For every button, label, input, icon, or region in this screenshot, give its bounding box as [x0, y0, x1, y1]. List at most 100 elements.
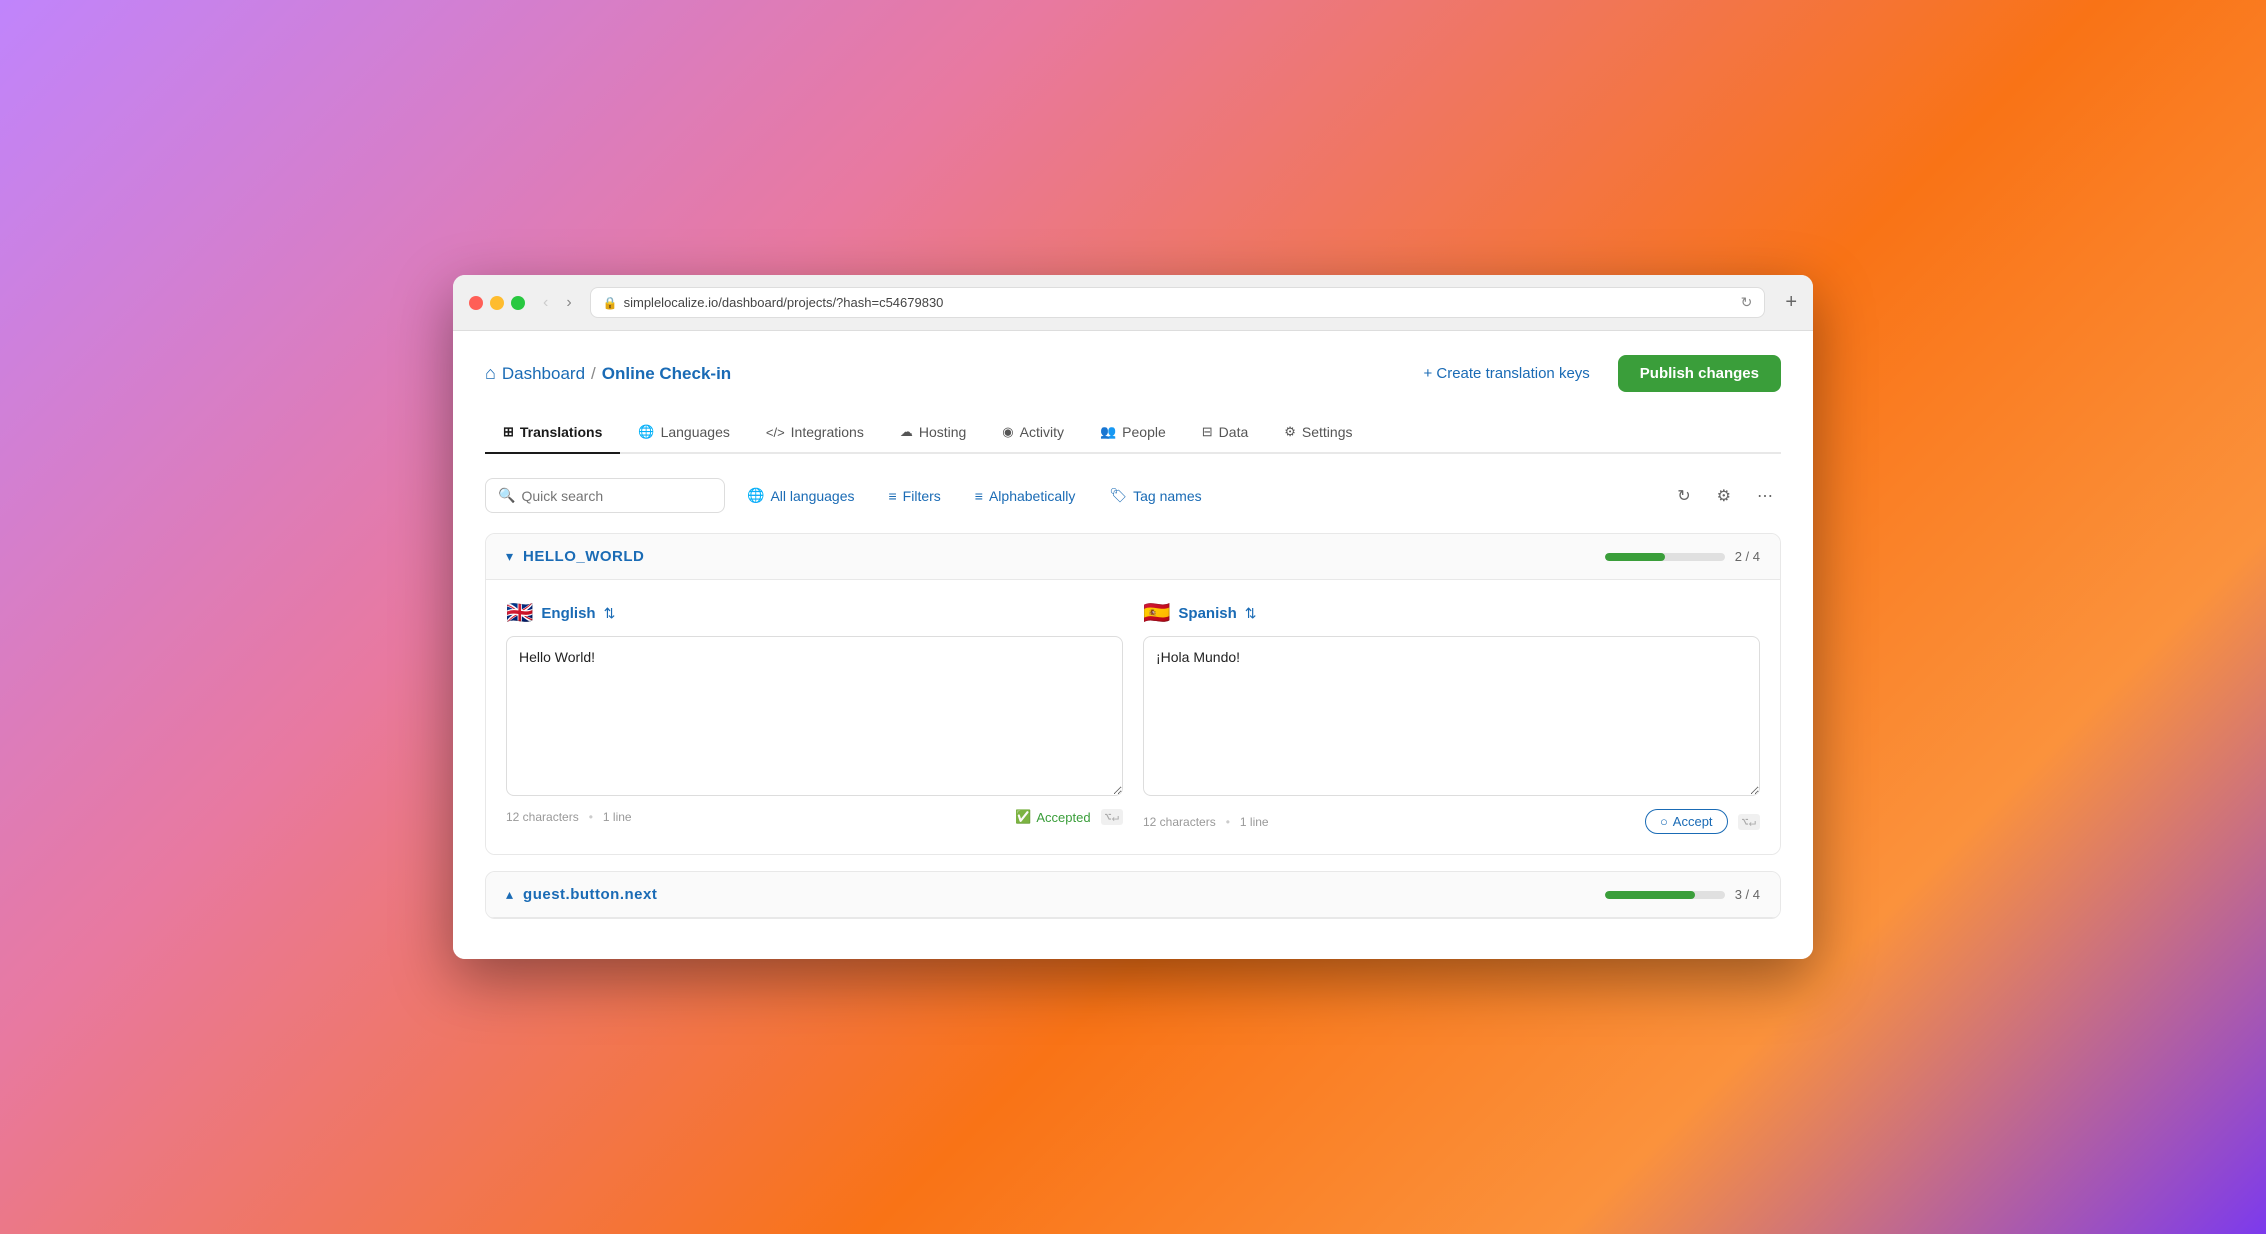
browser-nav-buttons: ‹ ›	[537, 292, 578, 314]
minimize-button[interactable]	[490, 296, 504, 310]
back-button[interactable]: ‹	[537, 292, 554, 314]
spanish-line-count: 1 line	[1240, 815, 1269, 829]
tab-languages-label: Languages	[661, 424, 730, 440]
tab-people-label: People	[1122, 424, 1166, 440]
search-icon: 🔍	[498, 487, 515, 504]
refresh-button[interactable]: ↻	[1669, 480, 1698, 512]
english-flag-icon: 🇬🇧	[506, 600, 533, 626]
tab-activity[interactable]: ◉ Activity	[984, 412, 1082, 454]
accept-label: Accept	[1673, 814, 1713, 829]
address-bar[interactable]: 🔒 simplelocalize.io/dashboard/projects/?…	[590, 287, 1766, 318]
filter-icon: ≡	[889, 488, 897, 504]
breadcrumb: ⌂ Dashboard / Online Check-in	[485, 363, 731, 384]
progress-bar	[1605, 553, 1725, 561]
column-settings-button[interactable]: ⚙	[1709, 480, 1739, 512]
url-text: simplelocalize.io/dashboard/projects/?ha…	[624, 295, 944, 310]
tab-activity-label: Activity	[1020, 424, 1064, 440]
browser-chrome: ‹ › 🔒 simplelocalize.io/dashboard/projec…	[453, 275, 1813, 331]
spanish-shortcut: ⌥↵	[1738, 814, 1760, 830]
settings-icon: ⚙	[1284, 424, 1296, 440]
english-line-count: 1 line	[603, 810, 632, 824]
sort-icon: ≡	[975, 488, 983, 504]
traffic-lights	[469, 296, 525, 310]
new-tab-button[interactable]: +	[1785, 291, 1797, 314]
publish-changes-button[interactable]: Publish changes	[1618, 355, 1781, 392]
english-translation-textarea[interactable]: Hello World!	[506, 636, 1123, 796]
translation-footer-english: 12 characters • 1 line ✅ Accepted ⌥↵	[506, 801, 1123, 825]
people-icon: 👥	[1100, 424, 1116, 440]
forward-button[interactable]: ›	[560, 292, 577, 314]
tab-hosting[interactable]: ☁ Hosting	[882, 412, 984, 454]
reload-button[interactable]: ↻	[1741, 294, 1753, 311]
dot-separator: •	[589, 810, 593, 824]
english-char-count: 12 characters	[506, 810, 579, 824]
group-header-guest-button-next[interactable]: ▴ guest.button.next 3 / 4	[486, 872, 1780, 918]
data-icon: ⊟	[1202, 424, 1213, 440]
tab-hosting-label: Hosting	[919, 424, 966, 440]
alphabetically-button[interactable]: ≡ Alphabetically	[963, 480, 1088, 512]
lang-switch-english-button[interactable]: ⇅	[604, 605, 616, 622]
progress-bar-2	[1605, 891, 1725, 899]
tab-data-label: Data	[1219, 424, 1249, 440]
more-options-button[interactable]: ⋯	[1749, 480, 1781, 512]
tab-settings[interactable]: ⚙ Settings	[1266, 412, 1370, 454]
english-shortcut: ⌥↵	[1101, 809, 1123, 825]
check-icon: ✅	[1015, 809, 1031, 825]
group-progress-guest-button-next: 3 / 4	[1605, 887, 1760, 902]
hosting-icon: ☁	[900, 424, 913, 440]
app-content: ⌂ Dashboard / Online Check-in + Create t…	[453, 331, 1813, 959]
header-actions: + Create translation keys Publish change…	[1409, 355, 1781, 392]
progress-text: 2 / 4	[1735, 549, 1760, 564]
accepted-status: ✅ Accepted	[1015, 809, 1090, 825]
lang-name-spanish: Spanish	[1178, 605, 1236, 622]
tag-names-button[interactable]: 🏷 Tag names	[1097, 479, 1213, 512]
maximize-button[interactable]	[511, 296, 525, 310]
spanish-translation-textarea[interactable]: ¡Hola Mundo!	[1143, 636, 1760, 796]
progress-text-2: 3 / 4	[1735, 887, 1760, 902]
group-header-hello-world[interactable]: ▾ HELLO_WORLD 2 / 4	[486, 534, 1780, 580]
tab-people[interactable]: 👥 People	[1082, 412, 1184, 454]
group-progress-hello-world: 2 / 4	[1605, 549, 1760, 564]
search-input[interactable]	[521, 488, 712, 504]
accepted-label: Accepted	[1036, 810, 1090, 825]
translation-columns: 🇬🇧 English ⇅ Hello World! 12 characters …	[486, 580, 1780, 854]
activity-icon: ◉	[1002, 424, 1013, 440]
group-key-guest-button-next: guest.button.next	[523, 886, 657, 903]
translation-footer-spanish: 12 characters • 1 line ○ Accept ⌥↵	[1143, 801, 1760, 834]
globe-icon: 🌐	[747, 487, 764, 504]
progress-fill	[1605, 553, 1665, 561]
spanish-flag-icon: 🇪🇸	[1143, 600, 1170, 626]
all-languages-label: All languages	[770, 488, 854, 504]
progress-fill-2	[1605, 891, 1695, 899]
lang-switch-spanish-button[interactable]: ⇅	[1245, 605, 1257, 622]
breadcrumb-dashboard[interactable]: Dashboard	[502, 364, 585, 384]
tab-data[interactable]: ⊟ Data	[1184, 412, 1266, 454]
translation-group-hello-world: ▾ HELLO_WORLD 2 / 4 🇬🇧 English ⇅	[485, 533, 1781, 855]
tab-integrations[interactable]: </> Integrations	[748, 412, 882, 454]
filters-label: Filters	[903, 488, 941, 504]
breadcrumb-project[interactable]: Online Check-in	[602, 364, 731, 384]
browser-window: ‹ › 🔒 simplelocalize.io/dashboard/projec…	[453, 275, 1813, 959]
close-button[interactable]	[469, 296, 483, 310]
chevron-down-icon: ▾	[506, 548, 513, 565]
group-key-hello-world: HELLO_WORLD	[523, 548, 644, 565]
lang-name-english: English	[541, 605, 595, 622]
translation-col-spanish: 🇪🇸 Spanish ⇅ ¡Hola Mundo! 12 characters …	[1143, 600, 1760, 834]
languages-icon: 🌐	[638, 424, 654, 440]
spanish-char-count: 12 characters	[1143, 815, 1216, 829]
translation-col-english: 🇬🇧 English ⇅ Hello World! 12 characters …	[506, 600, 1123, 834]
all-languages-button[interactable]: 🌐 All languages	[735, 479, 867, 512]
circle-icon: ○	[1660, 814, 1668, 829]
lock-icon: 🔒	[603, 296, 618, 310]
search-box[interactable]: 🔍	[485, 478, 725, 513]
accept-button-spanish[interactable]: ○ Accept	[1645, 809, 1728, 834]
create-translation-keys-button[interactable]: + Create translation keys	[1409, 357, 1603, 390]
filters-button[interactable]: ≡ Filters	[877, 480, 953, 512]
nav-tabs: ⊞ Translations 🌐 Languages </> Integrati…	[485, 412, 1781, 454]
tab-translations[interactable]: ⊞ Translations	[485, 412, 620, 454]
tab-translations-label: Translations	[520, 424, 602, 440]
tag-icon: 🏷	[1109, 487, 1127, 504]
tab-languages[interactable]: 🌐 Languages	[620, 412, 747, 454]
tag-names-label: Tag names	[1133, 488, 1201, 504]
integrations-icon: </>	[766, 425, 785, 440]
